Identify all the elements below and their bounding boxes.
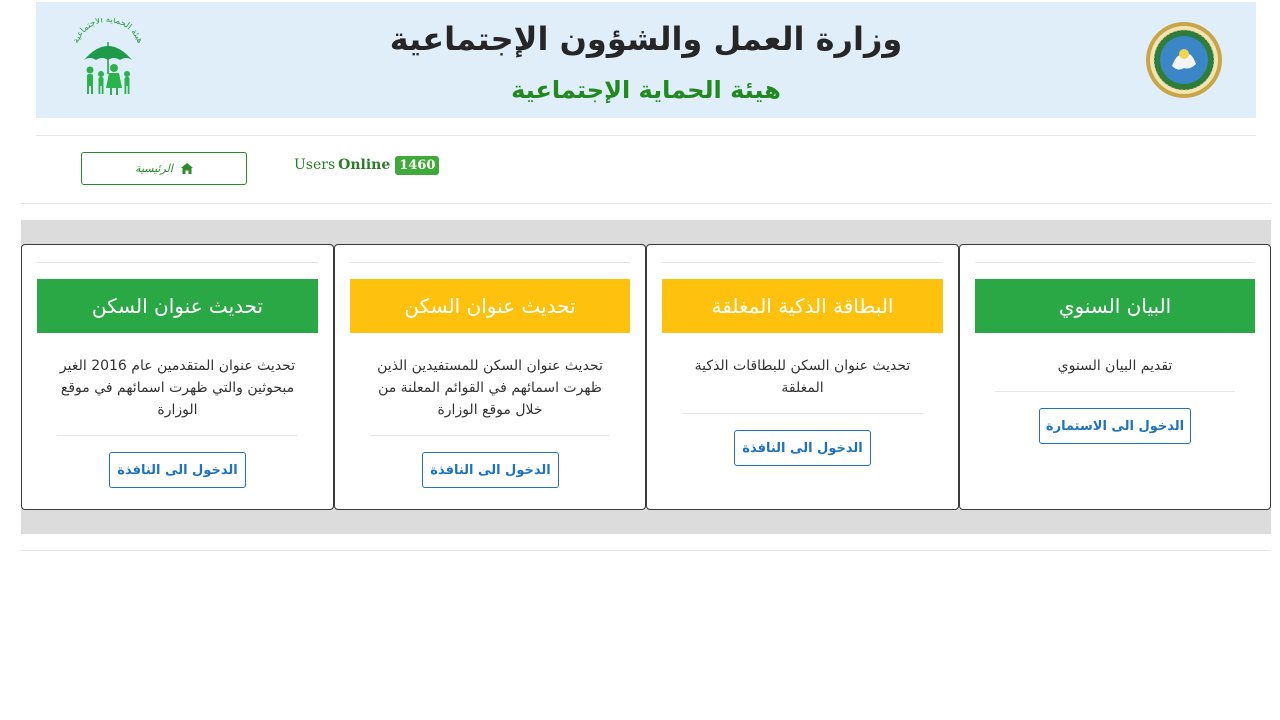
card-title: البيان السنوي <box>975 279 1255 333</box>
enter-window-button[interactable]: الدخول الى النافذة <box>422 452 559 488</box>
users-online: Users Online 1460 <box>294 153 440 177</box>
enter-window-button[interactable]: الدخول الى النافذة <box>734 430 871 466</box>
home-label: الرئيسية <box>135 162 173 175</box>
authority-subtitle: هيئة الحماية الإجتماعية <box>511 76 781 104</box>
enter-form-button[interactable]: الدخول الى الاستمارة <box>1039 408 1191 444</box>
card-separator <box>682 413 923 414</box>
card-separator <box>995 391 1235 392</box>
page: هيئة الحماية الاجتماعية وزارة العمل والش… <box>0 0 1280 720</box>
card-title: تحديث عنوان السكن <box>350 279 630 333</box>
card-title: تحديث عنوان السكن <box>37 279 318 333</box>
card-description: تقديم البيان السنوي <box>1057 358 1173 374</box>
footer-divider <box>21 550 1271 551</box>
users-label: Users <box>294 157 336 173</box>
card-update-address-2016-applicants: تحديث عنوان السكن تحديث عنوان المتقدمين … <box>21 244 334 510</box>
card-description: تحديث عنوان المتقدمين عام 2016 الغير مبح… <box>59 358 296 418</box>
card-separator <box>57 435 298 436</box>
card-update-address-beneficiaries: تحديث عنوان السكن تحديث عنوان السكن للمس… <box>334 244 646 510</box>
card-closed-smart-card: البطاقة الذكية المغلقة تحديث عنوان السكن… <box>646 244 959 510</box>
card-title: البطاقة الذكية المغلقة <box>662 279 943 333</box>
online-count-badge: 1460 <box>395 155 440 175</box>
header-banner: هيئة الحماية الاجتماعية وزارة العمل والش… <box>36 2 1256 118</box>
card-divider <box>662 262 943 263</box>
ministry-seal-icon <box>1144 20 1224 100</box>
home-button[interactable]: الرئيسية <box>81 152 247 185</box>
ministry-title: وزارة العمل والشؤون الإجتماعية <box>389 20 903 58</box>
home-icon <box>180 163 193 174</box>
card-description: تحديث عنوان السكن للبطاقات الذكية المغلق… <box>694 358 911 396</box>
card-description: تحديث عنوان السكن للمستفيدين الذين ظهرت … <box>377 358 603 418</box>
divider <box>21 203 1271 204</box>
divider <box>36 135 1256 136</box>
card-divider <box>975 262 1255 263</box>
card-divider <box>37 262 318 263</box>
enter-window-button[interactable]: الدخول الى النافذة <box>109 452 246 488</box>
card-divider <box>350 262 630 263</box>
card-annual-statement: البيان السنوي تقديم البيان السنوي الدخول… <box>959 244 1271 510</box>
online-label: Online <box>338 157 391 173</box>
card-separator <box>370 435 610 436</box>
